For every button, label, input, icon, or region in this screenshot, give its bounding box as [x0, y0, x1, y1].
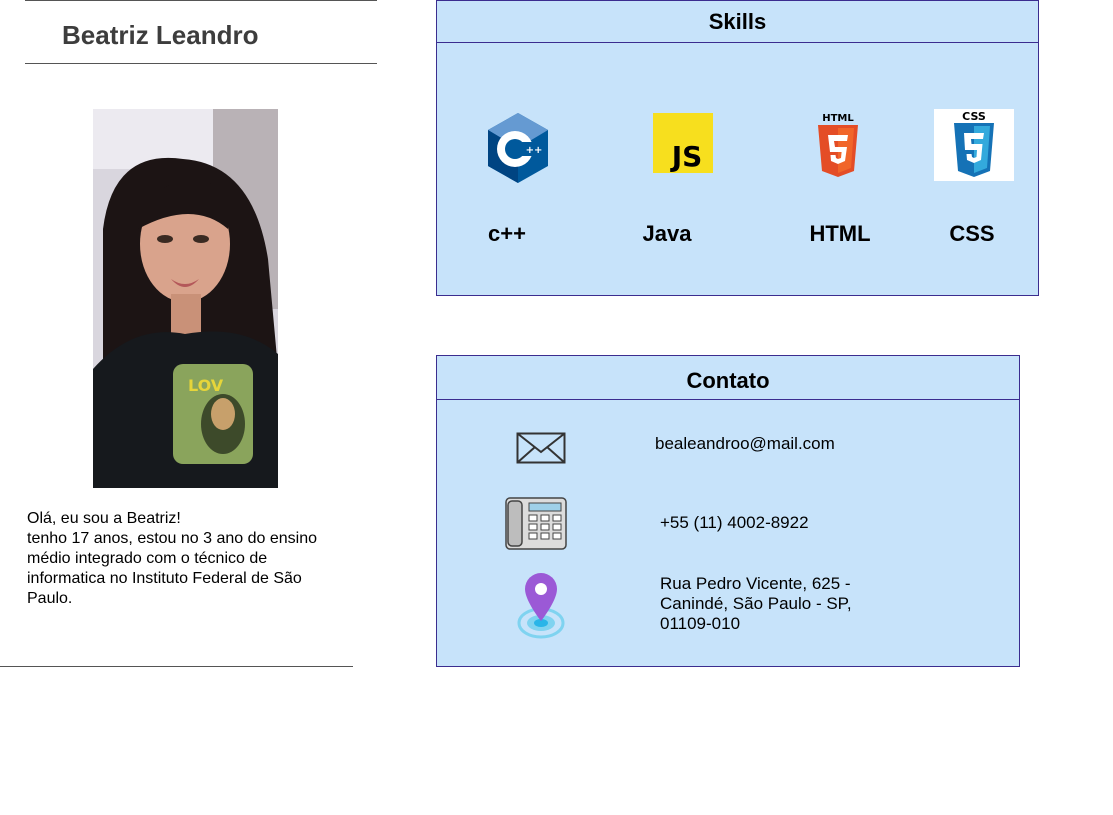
skills-panel: Skills ++ c++ JS Java HTML HTML CSS CSS	[436, 0, 1039, 296]
address-street: Rua Pedro Vicente, 625 -	[660, 574, 851, 593]
contact-email: bealeandroo@mail.com	[655, 434, 835, 453]
contact-phone: +55 (11) 4002-8922	[660, 513, 809, 532]
cpp-logo-icon: ++	[488, 113, 548, 183]
skill-label-css: CSS	[949, 221, 995, 246]
skill-label-java: Java	[642, 221, 692, 246]
location-pin-icon	[517, 573, 565, 639]
html5-logo-icon: HTML	[818, 113, 858, 177]
contact-title: Contato	[686, 368, 770, 393]
name-divider	[25, 63, 377, 64]
bottom-divider	[0, 666, 353, 667]
profile-name: Beatriz Leandro	[62, 20, 259, 50]
top-divider	[25, 0, 377, 1]
svg-text:LOV: LOV	[188, 376, 224, 395]
svg-text:HTML: HTML	[822, 113, 854, 124]
telephone-icon	[505, 497, 567, 550]
svg-text:++: ++	[526, 145, 543, 156]
skills-title-divider	[437, 42, 1038, 43]
bio-description: tenho 17 anos, estou no 3 ano do ensino …	[27, 530, 318, 607]
contact-title-divider	[437, 399, 1019, 400]
bio-text: Olá, eu sou a Beatriz! tenho 17 anos, es…	[27, 509, 327, 609]
contact-panel: Contato bealeandroo@mail.com +55 (11) 40…	[436, 355, 1020, 667]
skills-title: Skills	[708, 9, 767, 34]
svg-text:JS: JS	[670, 140, 703, 173]
address-city: Canindé, São Paulo - SP,	[660, 594, 852, 613]
contact-address: Rua Pedro Vicente, 625 - Canindé, São Pa…	[660, 574, 852, 634]
envelope-icon	[516, 432, 566, 464]
skill-label-cpp: c++	[488, 221, 526, 246]
bio-greeting: Olá, eu sou a Beatriz!	[27, 510, 181, 527]
skill-label-html: HTML	[809, 221, 871, 246]
svg-text:CSS: CSS	[962, 110, 986, 123]
profile-photo: LOV	[93, 109, 278, 488]
js-logo-icon: JS	[653, 113, 713, 173]
css3-logo-icon: CSS	[934, 109, 1014, 181]
address-postcode: 01109-010	[660, 614, 741, 633]
